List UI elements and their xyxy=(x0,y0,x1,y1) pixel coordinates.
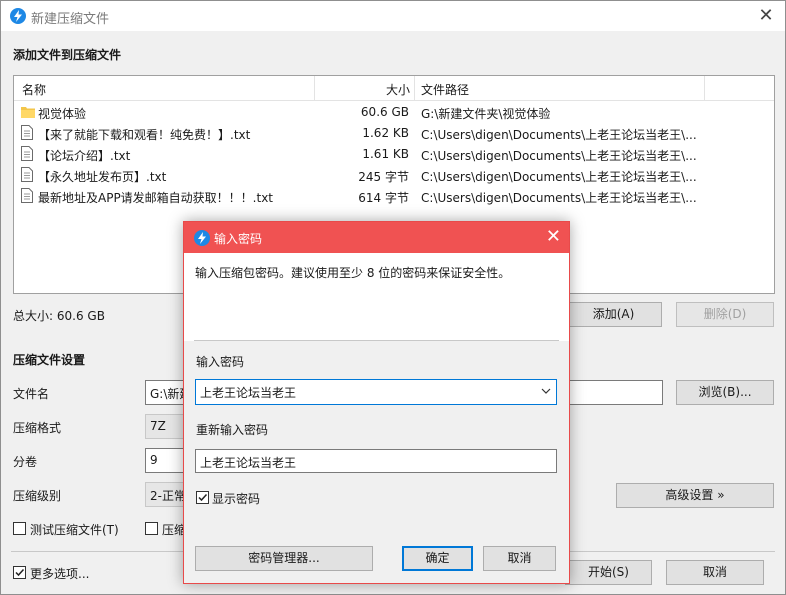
file-name: 视觉体验 xyxy=(38,107,87,121)
file-list-header: 名称 大小 文件路径 xyxy=(14,76,774,101)
column-name[interactable]: 名称 xyxy=(22,81,46,98)
section-add-heading: 添加文件到压缩文件 xyxy=(13,48,122,62)
show-password-checkbox[interactable] xyxy=(196,491,209,504)
column-divider[interactable] xyxy=(704,76,705,100)
dialog-title: 输入密码 xyxy=(214,232,263,246)
more-options-label[interactable]: 更多选项... xyxy=(30,565,89,582)
advanced-settings-button[interactable]: 高级设置 » xyxy=(616,483,774,508)
file-size: 60.6 GB xyxy=(360,105,409,119)
divider xyxy=(194,340,559,341)
file-row[interactable]: 【来了就能下载和观看！纯免费！】.txt 1.62 KB C:\Users\di… xyxy=(14,123,774,144)
folder-icon xyxy=(21,104,35,120)
filename-label: 文件名 xyxy=(13,387,50,401)
total-size: 总大小: 60.6 GB xyxy=(13,309,105,323)
password-dialog: 输入密码 ✕ 输入压缩包密码。建议使用至少 8 位的密码来保证安全性。 输入密码… xyxy=(183,221,570,584)
volume-label: 分卷 xyxy=(13,455,38,469)
add-button[interactable]: 添加(A) xyxy=(565,302,662,327)
password-value: 上老王论坛当老王 xyxy=(200,386,297,400)
level-label: 压缩级别 xyxy=(13,489,62,503)
file-row[interactable]: 视觉体验 60.6 GB G:\新建文件夹\视觉体验 xyxy=(14,102,774,123)
column-size[interactable]: 大小 xyxy=(386,81,410,98)
password-combobox[interactable]: 上老王论坛当老王 xyxy=(195,379,557,405)
app-logo-icon xyxy=(194,230,210,246)
dialog-title-bar: 输入密码 ✕ xyxy=(184,222,569,253)
file-icon xyxy=(21,125,35,141)
file-icon xyxy=(21,167,35,183)
close-icon[interactable]: ✕ xyxy=(755,5,777,27)
dialog-description-area: 输入压缩包密码。建议使用至少 8 位的密码来保证安全性。 xyxy=(184,253,569,341)
file-row[interactable]: 【永久地址发布页】.txt 245 字节 C:\Users\digen\Docu… xyxy=(14,165,774,186)
second-checkbox[interactable] xyxy=(145,522,158,535)
file-name: 【永久地址发布页】.txt xyxy=(38,170,167,184)
chevron-down-icon[interactable] xyxy=(541,383,551,402)
file-name: 【来了就能下载和观看！纯免费！】.txt xyxy=(38,128,251,142)
file-icon xyxy=(21,146,35,162)
ok-button[interactable]: 确定 xyxy=(402,546,473,571)
delete-button[interactable]: 删除(D) xyxy=(676,302,774,327)
show-password-label[interactable]: 显示密码 xyxy=(212,490,260,507)
file-name: 【论坛介绍】.txt xyxy=(38,149,131,163)
column-path[interactable]: 文件路径 xyxy=(421,81,469,98)
dialog-description: 输入压缩包密码。建议使用至少 8 位的密码来保证安全性。 xyxy=(195,266,511,280)
file-path: C:\Users\digen\Documents\上老王论坛当老王\... xyxy=(421,191,697,205)
test-checkbox[interactable] xyxy=(13,522,26,535)
file-path: C:\Users\digen\Documents\上老王论坛当老王\... xyxy=(421,128,697,142)
browse-button[interactable]: 浏览(B)... xyxy=(676,380,774,405)
file-path: G:\新建文件夹\视觉体验 xyxy=(421,107,551,121)
window-title: 新建压缩文件 xyxy=(31,12,110,27)
format-label: 压缩格式 xyxy=(13,421,62,435)
settings-heading: 压缩文件设置 xyxy=(13,353,86,367)
start-button[interactable]: 开始(S) xyxy=(565,560,652,585)
more-options-checkbox[interactable] xyxy=(13,566,26,579)
cancel-button[interactable]: 取消 xyxy=(666,560,764,585)
test-checkbox-label[interactable]: 测试压缩文件(T) xyxy=(30,521,119,538)
file-path: C:\Users\digen\Documents\上老王论坛当老王\... xyxy=(421,149,697,163)
file-name: 最新地址及APP请发邮箱自动获取！！！.txt xyxy=(38,191,274,205)
file-row[interactable]: 【论坛介绍】.txt 1.61 KB C:\Users\digen\Docume… xyxy=(14,144,774,165)
password-label: 输入密码 xyxy=(196,355,245,369)
file-path: C:\Users\digen\Documents\上老王论坛当老王\... xyxy=(421,170,697,184)
app-logo-icon xyxy=(10,8,26,24)
file-size: 614 字节 xyxy=(358,191,409,205)
repeat-password-input[interactable]: 上老王论坛当老王 xyxy=(195,449,557,473)
file-row[interactable]: 最新地址及APP请发邮箱自动获取！！！.txt 614 字节 C:\Users\… xyxy=(14,186,774,207)
column-divider[interactable] xyxy=(414,76,415,100)
title-bar: 新建压缩文件 ✕ xyxy=(1,1,785,31)
file-size: 245 字节 xyxy=(358,170,409,184)
repeat-password-label: 重新输入密码 xyxy=(196,423,269,437)
file-icon xyxy=(21,188,35,204)
close-icon[interactable]: ✕ xyxy=(546,226,561,248)
dialog-cancel-button[interactable]: 取消 xyxy=(483,546,556,571)
column-divider[interactable] xyxy=(314,76,315,100)
password-manager-button[interactable]: 密码管理器... xyxy=(195,546,373,571)
file-size: 1.62 KB xyxy=(362,126,409,140)
file-size: 1.61 KB xyxy=(362,147,409,161)
